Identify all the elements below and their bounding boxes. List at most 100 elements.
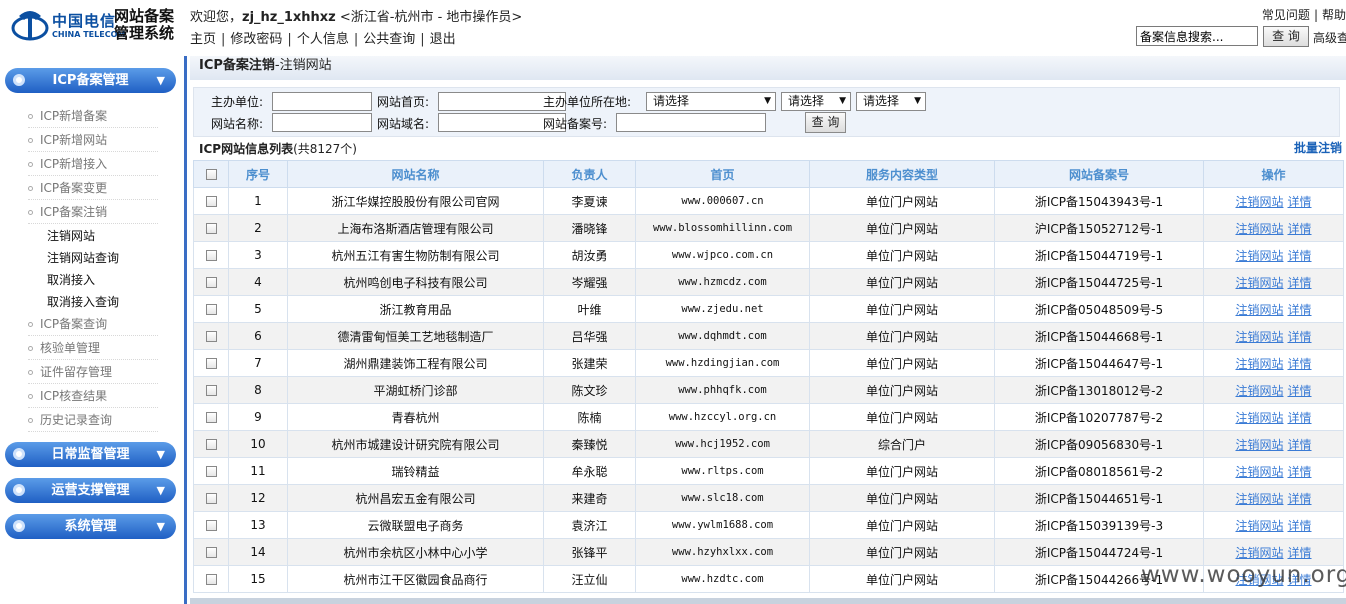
details-link[interactable]: 详情 xyxy=(1288,249,1312,263)
cancel-site-link[interactable]: 注销网站 xyxy=(1235,330,1283,344)
details-link[interactable]: 详情 xyxy=(1288,546,1312,560)
row-checkbox[interactable] xyxy=(205,331,217,342)
row-checkbox[interactable] xyxy=(205,385,217,396)
record-no-input[interactable] xyxy=(616,113,766,132)
details-link[interactable]: 详情 xyxy=(1288,411,1312,425)
nav-change-password[interactable]: 修改密码 xyxy=(230,32,282,47)
china-telecom-logo[interactable]: 中国电信 CHINA TELECOM 网站备案 管理系统 xyxy=(10,6,185,46)
sidebar-subitem-cancel-access-query[interactable]: 取消接入查询 xyxy=(47,291,119,313)
sidebar-item-new-record[interactable]: ICP新增备案 xyxy=(28,105,158,128)
sidebar-group-system[interactable]: 系统管理 ▼ xyxy=(5,514,176,539)
batch-cancel-link[interactable]: 批量注销 xyxy=(1294,139,1342,156)
sidebar-group-daily-supervision[interactable]: 日常监督管理 ▼ xyxy=(5,442,176,467)
row-checkbox[interactable] xyxy=(205,520,217,531)
query-button[interactable]: 查 询 xyxy=(805,112,846,133)
cancel-site-link[interactable]: 注销网站 xyxy=(1235,195,1283,209)
cancel-site-link[interactable]: 注销网站 xyxy=(1235,492,1283,506)
cancel-site-link[interactable]: 注销网站 xyxy=(1235,249,1283,263)
sidebar-subitem-cancel-site-query[interactable]: 注销网站查询 xyxy=(47,247,119,269)
row-select-cell xyxy=(193,349,229,377)
bullet-icon xyxy=(28,322,33,327)
search-input[interactable] xyxy=(1136,26,1258,46)
cell-actions: 注销网站 详情 xyxy=(1203,484,1344,512)
column-header: 网站备案号 xyxy=(994,160,1204,188)
row-checkbox[interactable] xyxy=(205,412,217,423)
cancel-site-link[interactable]: 注销网站 xyxy=(1235,384,1283,398)
nav-profile[interactable]: 个人信息 xyxy=(297,32,349,47)
select-all-checkbox[interactable] xyxy=(205,169,217,180)
details-link[interactable]: 详情 xyxy=(1288,195,1312,209)
cancel-site-link[interactable]: 注销网站 xyxy=(1235,546,1283,560)
details-link[interactable]: 详情 xyxy=(1288,465,1312,479)
chevron-down-icon: ▼ xyxy=(156,520,165,533)
sidebar-item-record-cancel[interactable]: ICP备案注销 xyxy=(28,201,158,224)
sidebar-item-check-results[interactable]: ICP核查结果 xyxy=(28,385,158,408)
chevron-down-icon: ▼ xyxy=(156,74,165,87)
sidebar-group-icp-record[interactable]: ICP备案管理 ▼ xyxy=(5,68,176,93)
details-link[interactable]: 详情 xyxy=(1288,384,1312,398)
sidebar-item-new-access[interactable]: ICP新增接入 xyxy=(28,153,158,176)
cell-record-no: 浙ICP备05048509号-5 xyxy=(994,295,1204,323)
details-link[interactable]: 详情 xyxy=(1288,519,1312,533)
cancel-site-link[interactable]: 注销网站 xyxy=(1235,465,1283,479)
list-count: (共8127个) xyxy=(293,142,357,156)
cancel-site-link[interactable]: 注销网站 xyxy=(1235,222,1283,236)
sidebar-item-new-site[interactable]: ICP新增网站 xyxy=(28,129,158,152)
details-link[interactable]: 详情 xyxy=(1288,330,1312,344)
sidebar-subitem-cancel-access[interactable]: 取消接入 xyxy=(47,269,95,291)
row-checkbox[interactable] xyxy=(205,250,217,261)
sidebar-item-record-query[interactable]: ICP备案查询 xyxy=(28,313,158,336)
row-checkbox[interactable] xyxy=(205,493,217,504)
district-select[interactable]: 请选择 ▼ xyxy=(856,92,926,111)
sidebar-subitem-cancel-site[interactable]: 注销网站 xyxy=(47,225,95,247)
cancel-site-link[interactable]: 注销网站 xyxy=(1235,303,1283,317)
sidebar-item-record-change[interactable]: ICP备案变更 xyxy=(28,177,158,200)
sidebar-item-certificates[interactable]: 证件留存管理 xyxy=(28,361,158,384)
row-checkbox[interactable] xyxy=(205,439,217,450)
cell-owner: 潘晓锋 xyxy=(543,214,636,242)
cancel-site-link[interactable]: 注销网站 xyxy=(1235,276,1283,290)
province-select[interactable]: 请选择 ▼ xyxy=(646,92,776,111)
details-link[interactable]: 详情 xyxy=(1288,303,1312,317)
cancel-site-link[interactable]: 注销网站 xyxy=(1235,357,1283,371)
details-link[interactable]: 详情 xyxy=(1288,357,1312,371)
sidebar-group-label: 日常监督管理 xyxy=(51,447,130,462)
advanced-search-link[interactable]: 高级查询 xyxy=(1313,29,1346,46)
sidebar-group-operations[interactable]: 运营支撑管理 ▼ xyxy=(5,478,176,503)
details-link[interactable]: 详情 xyxy=(1288,276,1312,290)
row-checkbox[interactable] xyxy=(205,466,217,477)
sidebar-item-history[interactable]: 历史记录查询 xyxy=(28,409,158,432)
row-select-cell xyxy=(193,457,229,485)
cancel-site-link[interactable]: 注销网站 xyxy=(1235,411,1283,425)
sponsor-input[interactable] xyxy=(272,92,372,111)
row-checkbox[interactable] xyxy=(205,304,217,315)
row-checkbox[interactable] xyxy=(205,358,217,369)
faq-link[interactable]: 常见问题 xyxy=(1262,8,1310,22)
search-button[interactable]: 查 询 xyxy=(1263,26,1309,47)
sidebar-item-verification[interactable]: 核验单管理 xyxy=(28,337,158,360)
row-checkbox[interactable] xyxy=(205,574,217,585)
row-select-cell xyxy=(193,376,229,404)
city-select[interactable]: 请选择 ▼ xyxy=(781,92,851,111)
cell-service-type: 单位门户网站 xyxy=(809,484,995,512)
details-link[interactable]: 详情 xyxy=(1288,222,1312,236)
cancel-site-link[interactable]: 注销网站 xyxy=(1235,519,1283,533)
row-checkbox[interactable] xyxy=(205,277,217,288)
details-link[interactable]: 详情 xyxy=(1288,438,1312,452)
row-select-cell xyxy=(193,268,229,296)
help-link[interactable]: 帮助 xyxy=(1322,8,1346,22)
nav-home[interactable]: 主页 xyxy=(190,32,216,47)
details-link[interactable]: 详情 xyxy=(1288,492,1312,506)
nav-public-query[interactable]: 公共查询 xyxy=(363,32,415,47)
cancel-site-link[interactable]: 注销网站 xyxy=(1235,438,1283,452)
row-checkbox[interactable] xyxy=(205,547,217,558)
cell-index: 11 xyxy=(228,457,288,485)
sidebar-item-label: ICP备案变更 xyxy=(40,181,108,195)
row-checkbox[interactable] xyxy=(205,196,217,207)
table-row: 5 浙江教育用品 叶维 www.zjedu.net 单位门户网站 浙ICP备0504850… xyxy=(193,295,1344,323)
bullet-icon xyxy=(28,370,33,375)
site-name-input[interactable] xyxy=(272,113,372,132)
nav-logout[interactable]: 退出 xyxy=(430,32,456,47)
row-checkbox[interactable] xyxy=(205,223,217,234)
bullet-icon xyxy=(28,114,33,119)
